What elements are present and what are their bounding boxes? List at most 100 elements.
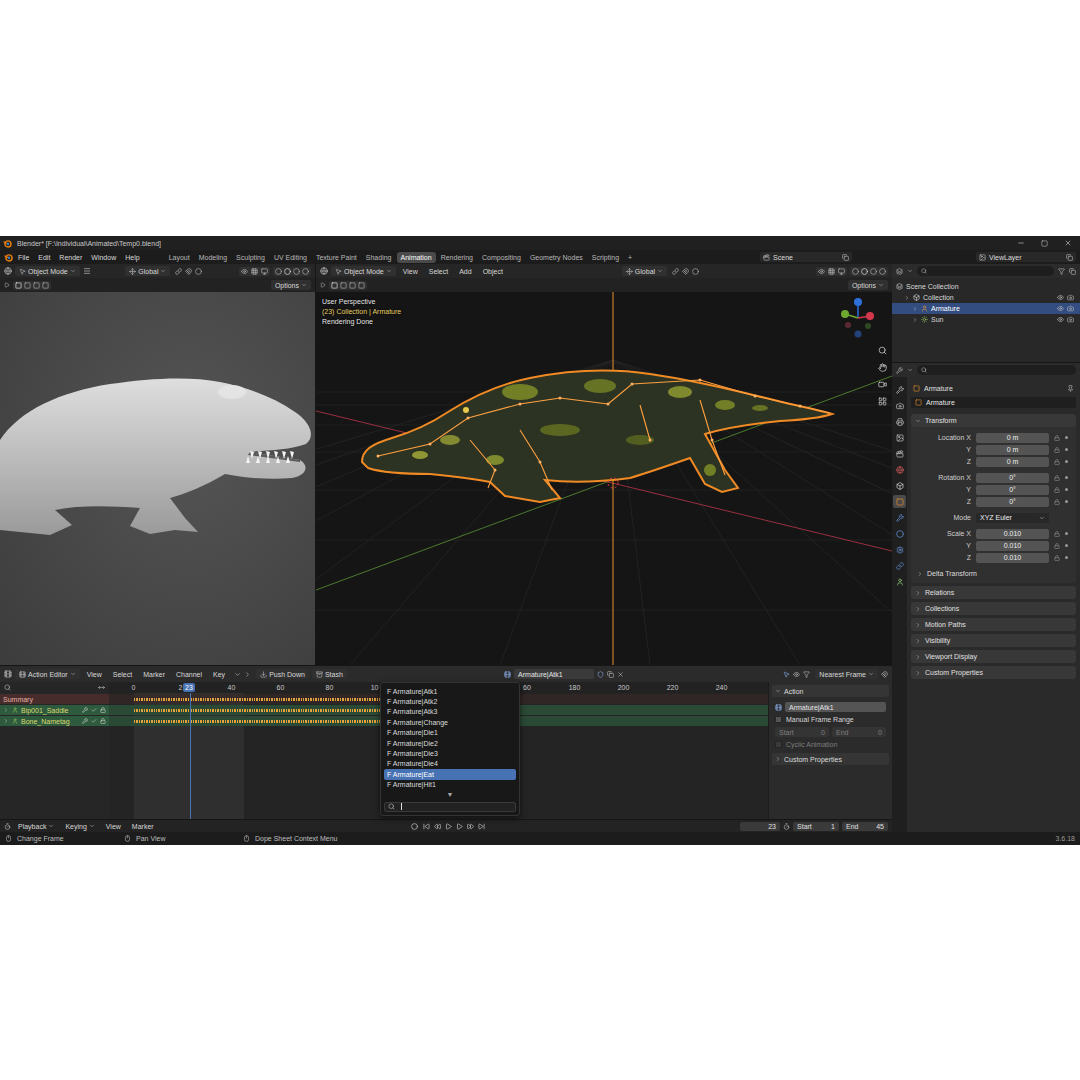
current-frame-badge[interactable]: 23 xyxy=(183,683,195,692)
lock-icon[interactable] xyxy=(1054,531,1060,537)
only-selected-icon[interactable] xyxy=(783,671,790,678)
snap-icon[interactable] xyxy=(682,268,689,275)
next-keyframe-icon[interactable] xyxy=(467,823,474,830)
action-menu-item[interactable]: F Armature|Change xyxy=(384,717,516,727)
orientation-icon[interactable] xyxy=(129,268,136,275)
action-panel-header[interactable]: Action xyxy=(772,685,889,697)
lock-icon[interactable] xyxy=(1054,499,1060,505)
display-mode-icon[interactable] xyxy=(907,268,913,274)
scene-selector[interactable]: Scene xyxy=(760,252,852,262)
workspace-tab[interactable]: UV Editing xyxy=(270,252,311,263)
lock-icon[interactable] xyxy=(1054,555,1060,561)
start-field[interactable]: Start0 xyxy=(775,727,829,737)
lock-icon[interactable] xyxy=(100,718,106,724)
menu-item[interactable]: Edit xyxy=(34,252,54,263)
expand-icon[interactable] xyxy=(904,295,910,301)
next-layer-icon[interactable] xyxy=(244,671,251,678)
panel-header[interactable]: Viewport Display xyxy=(911,650,1076,663)
properties-tab[interactable] xyxy=(893,463,906,476)
expand-icon[interactable] xyxy=(915,654,921,660)
channel-row[interactable]: Summary xyxy=(0,694,109,704)
previous-keyframe-icon[interactable] xyxy=(434,823,441,830)
close-icon[interactable] xyxy=(1064,239,1072,247)
orientation-icon[interactable] xyxy=(626,268,633,275)
material-shading-icon[interactable] xyxy=(293,268,300,275)
fake-user-icon[interactable] xyxy=(597,671,604,678)
menu-item[interactable]: File xyxy=(14,252,33,263)
properties-tab[interactable] xyxy=(893,415,906,428)
keyframe-dot[interactable] xyxy=(1065,448,1068,451)
outliner-row[interactable]: Armature xyxy=(892,303,1080,314)
object-mode-icon[interactable] xyxy=(335,268,342,275)
panel-header[interactable]: Motion Paths xyxy=(911,618,1076,631)
wireframe-shading-icon[interactable] xyxy=(275,268,282,275)
editor-type-icon[interactable] xyxy=(4,670,12,678)
world-tab-icon[interactable] xyxy=(896,466,904,474)
number-field[interactable]: 0 m xyxy=(976,457,1049,467)
jump-end-icon[interactable] xyxy=(478,823,485,830)
expand-icon[interactable] xyxy=(912,317,918,323)
action-icon[interactable] xyxy=(775,704,782,711)
action-menu-item[interactable]: F Armature|Atk3 xyxy=(384,707,516,717)
record-icon[interactable] xyxy=(411,823,418,830)
new-scene-icon[interactable] xyxy=(842,254,849,261)
timeline-menu[interactable]: Playback xyxy=(14,821,58,831)
previous-layer-icon[interactable] xyxy=(234,671,241,678)
navigation-gizmo-icon[interactable] xyxy=(836,296,880,340)
render-visibility-icon[interactable] xyxy=(1067,294,1074,301)
chevron-down-icon[interactable] xyxy=(907,367,913,373)
properties-tab[interactable] xyxy=(893,447,906,460)
solid-shading-icon[interactable] xyxy=(284,268,291,275)
lock-icon[interactable] xyxy=(1054,543,1060,549)
snap-toggle-icon[interactable] xyxy=(881,671,888,678)
panel-header[interactable]: Transform xyxy=(911,414,1076,427)
modifier-toggle-icon[interactable] xyxy=(82,707,88,713)
expand-icon[interactable] xyxy=(915,418,921,424)
filter-icon[interactable] xyxy=(1058,268,1065,275)
options-dropdown[interactable]: Options xyxy=(271,280,311,290)
editor-type-icon[interactable] xyxy=(4,267,12,275)
menu-item[interactable]: Window xyxy=(87,252,120,263)
workspace-tab[interactable]: Shading xyxy=(362,252,396,263)
solid-shading-icon[interactable] xyxy=(861,268,868,275)
channel-row[interactable]: Bip001_Saddle xyxy=(0,705,109,715)
chevron-down-icon[interactable] xyxy=(878,282,884,288)
material-shading-icon[interactable] xyxy=(870,268,877,275)
action-menu-item[interactable]: F Armature|Atk1 xyxy=(384,686,516,696)
expand-icon[interactable] xyxy=(915,670,921,676)
tool-tab-icon[interactable] xyxy=(896,386,904,394)
chevron-down-icon[interactable] xyxy=(301,282,307,288)
expand-icon[interactable] xyxy=(915,606,921,612)
view-layer-selector[interactable]: ViewLayer xyxy=(976,252,1076,262)
visibility-icon[interactable] xyxy=(1057,305,1064,312)
enabled-icon[interactable] xyxy=(91,718,97,724)
workspace-tab[interactable]: Texture Paint xyxy=(312,252,361,263)
xray-icon[interactable] xyxy=(838,268,845,275)
outliner-search[interactable] xyxy=(917,266,1054,276)
workspace-tab[interactable]: Compositing xyxy=(478,252,525,263)
collection-icon[interactable] xyxy=(913,294,920,301)
panel-header[interactable]: Relations xyxy=(911,586,1076,599)
scene-render[interactable] xyxy=(316,292,892,665)
chevron-down-icon[interactable] xyxy=(657,268,663,274)
overlays-icon[interactable] xyxy=(828,268,835,275)
viewport-menu[interactable]: Object xyxy=(479,266,507,276)
keyframe-dot[interactable] xyxy=(1065,544,1068,547)
chevron-down-icon[interactable] xyxy=(70,268,76,274)
properties-tab[interactable] xyxy=(893,559,906,572)
action-menu-item[interactable]: F Armature|Hit1 xyxy=(384,780,516,790)
editor-type-icon[interactable] xyxy=(320,267,328,275)
proportional-edit-icon[interactable] xyxy=(195,268,202,275)
chevron-down-icon[interactable] xyxy=(89,823,95,829)
object-mode-icon[interactable] xyxy=(19,268,26,275)
new-collection-icon[interactable] xyxy=(1069,268,1076,275)
menu-item[interactable]: Render xyxy=(55,252,86,263)
push-down-button[interactable]: Push Down xyxy=(256,669,309,679)
more-indicator[interactable]: ▼ xyxy=(384,790,516,799)
lock-icon[interactable] xyxy=(1054,435,1060,441)
properties-tab[interactable] xyxy=(893,431,906,444)
workspace-tab[interactable]: Layout xyxy=(165,252,194,263)
action-menu-item[interactable]: F Armature|Atk2 xyxy=(384,696,516,706)
editor-mode-dropdown[interactable]: Action Editor xyxy=(15,669,80,679)
action-search-field[interactable] xyxy=(384,802,516,812)
